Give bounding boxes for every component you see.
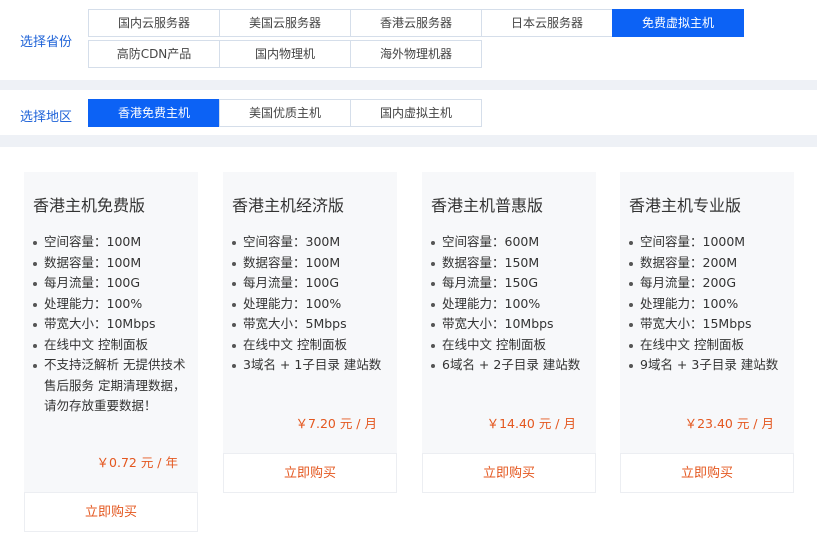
plan-feature: 数据容量：100M — [231, 253, 391, 274]
plan-feature: 处理能力：100% — [32, 294, 192, 315]
plan-feature: 在线中文 控制面板 — [32, 335, 192, 356]
plans-panel: 香港主机免费版 空间容量：100M 数据容量：100M 每月流量：100G 处理… — [0, 147, 817, 533]
tab-region-domestic-virtual[interactable]: 国内虚拟主机 — [350, 99, 482, 127]
tab-province-free-hosting[interactable]: 免费虚拟主机 — [612, 9, 744, 37]
plan-feature: 9域名 + 3子目录 建站数 — [628, 355, 788, 376]
tab-province-hk-cloud[interactable]: 香港云服务器 — [350, 9, 482, 37]
plan-feature: 空间容量：1000M — [628, 232, 788, 253]
buy-now-button[interactable]: 立即购买 — [422, 453, 596, 493]
plan-feature-list: 空间容量：100M 数据容量：100M 每月流量：100G 处理能力：100% … — [32, 232, 192, 417]
plan-feature-list: 空间容量：600M 数据容量：150M 每月流量：150G 处理能力：100% … — [430, 232, 590, 376]
plan-feature: 空间容量：600M — [430, 232, 590, 253]
tab-province-overseas-physical[interactable]: 海外物理机器 — [350, 40, 482, 68]
plan-card-economy: 香港主机经济版 空间容量：300M 数据容量：100M 每月流量：100G 处理… — [223, 172, 397, 493]
buy-now-button[interactable]: 立即购买 — [620, 453, 794, 493]
plan-price: ￥7.20 元 / 月 — [295, 416, 377, 431]
plan-feature: 空间容量：100M — [32, 232, 192, 253]
plan-title: 香港主机经济版 — [232, 196, 345, 215]
tab-province-japan-cloud[interactable]: 日本云服务器 — [481, 9, 613, 37]
plan-feature: 每月流量：100G — [231, 273, 391, 294]
plan-feature: 数据容量：200M — [628, 253, 788, 274]
plan-feature: 带宽大小：15Mbps — [628, 314, 788, 335]
plan-title: 香港主机免费版 — [33, 196, 146, 215]
plan-title: 香港主机专业版 — [629, 196, 742, 215]
plan-feature-list: 空间容量：1000M 数据容量：200M 每月流量：200G 处理能力：100%… — [628, 232, 788, 376]
tab-region-hk-free[interactable]: 香港免费主机 — [88, 99, 220, 127]
plan-feature: 空间容量：300M — [231, 232, 391, 253]
plan-feature: 在线中文 控制面板 — [628, 335, 788, 356]
plan-price: ￥14.40 元 / 月 — [486, 416, 576, 431]
plan-card-standard: 香港主机普惠版 空间容量：600M 数据容量：150M 每月流量：150G 处理… — [422, 172, 596, 493]
buy-now-button[interactable]: 立即购买 — [223, 453, 397, 493]
plan-feature: 在线中文 控制面板 — [231, 335, 391, 356]
tab-province-ddos-cdn[interactable]: 高防CDN产品 — [88, 40, 220, 68]
plan-feature: 数据容量：150M — [430, 253, 590, 274]
buy-now-button[interactable]: 立即购买 — [24, 492, 198, 532]
plan-feature: 6域名 + 2子目录 建站数 — [430, 355, 590, 376]
tab-province-domestic-cloud[interactable]: 国内云服务器 — [88, 9, 220, 37]
plan-feature: 处理能力：100% — [231, 294, 391, 315]
tab-province-us-cloud[interactable]: 美国云服务器 — [219, 9, 351, 37]
province-filter-panel: 选择省份 国内云服务器 美国云服务器 香港云服务器 日本云服务器 免费虚拟主机 … — [0, 0, 817, 80]
plan-feature: 在线中文 控制面板 — [430, 335, 590, 356]
tab-region-us-premium[interactable]: 美国优质主机 — [219, 99, 351, 127]
plan-card-free: 香港主机免费版 空间容量：100M 数据容量：100M 每月流量：100G 处理… — [24, 172, 198, 532]
plan-feature: 带宽大小：10Mbps — [32, 314, 192, 335]
plan-feature: 处理能力：100% — [628, 294, 788, 315]
region-filter-panel: 选择地区 香港免费主机 美国优质主机 国内虚拟主机 — [0, 90, 817, 135]
plan-feature: 每月流量：200G — [628, 273, 788, 294]
region-filter-label: 选择地区 — [20, 110, 73, 125]
plan-price: ￥0.72 元 / 年 — [96, 455, 178, 470]
plan-feature: 每月流量：150G — [430, 273, 590, 294]
plan-card-professional: 香港主机专业版 空间容量：1000M 数据容量：200M 每月流量：200G 处… — [620, 172, 794, 493]
plan-feature-list: 空间容量：300M 数据容量：100M 每月流量：100G 处理能力：100% … — [231, 232, 391, 376]
plan-feature: 3域名 + 1子目录 建站数 — [231, 355, 391, 376]
plan-feature: 数据容量：100M — [32, 253, 192, 274]
plan-price: ￥23.40 元 / 月 — [684, 416, 774, 431]
plan-feature: 处理能力：100% — [430, 294, 590, 315]
plan-feature: 带宽大小：10Mbps — [430, 314, 590, 335]
tab-province-domestic-physical[interactable]: 国内物理机 — [219, 40, 351, 68]
plan-feature: 每月流量：100G — [32, 273, 192, 294]
plan-feature: 不支持泛解析 无提供技术售后服务 定期清理数据，请勿存放重要数据！ — [32, 355, 192, 417]
plan-feature: 带宽大小：5Mbps — [231, 314, 391, 335]
plan-title: 香港主机普惠版 — [431, 196, 544, 215]
province-filter-label: 选择省份 — [20, 35, 73, 50]
